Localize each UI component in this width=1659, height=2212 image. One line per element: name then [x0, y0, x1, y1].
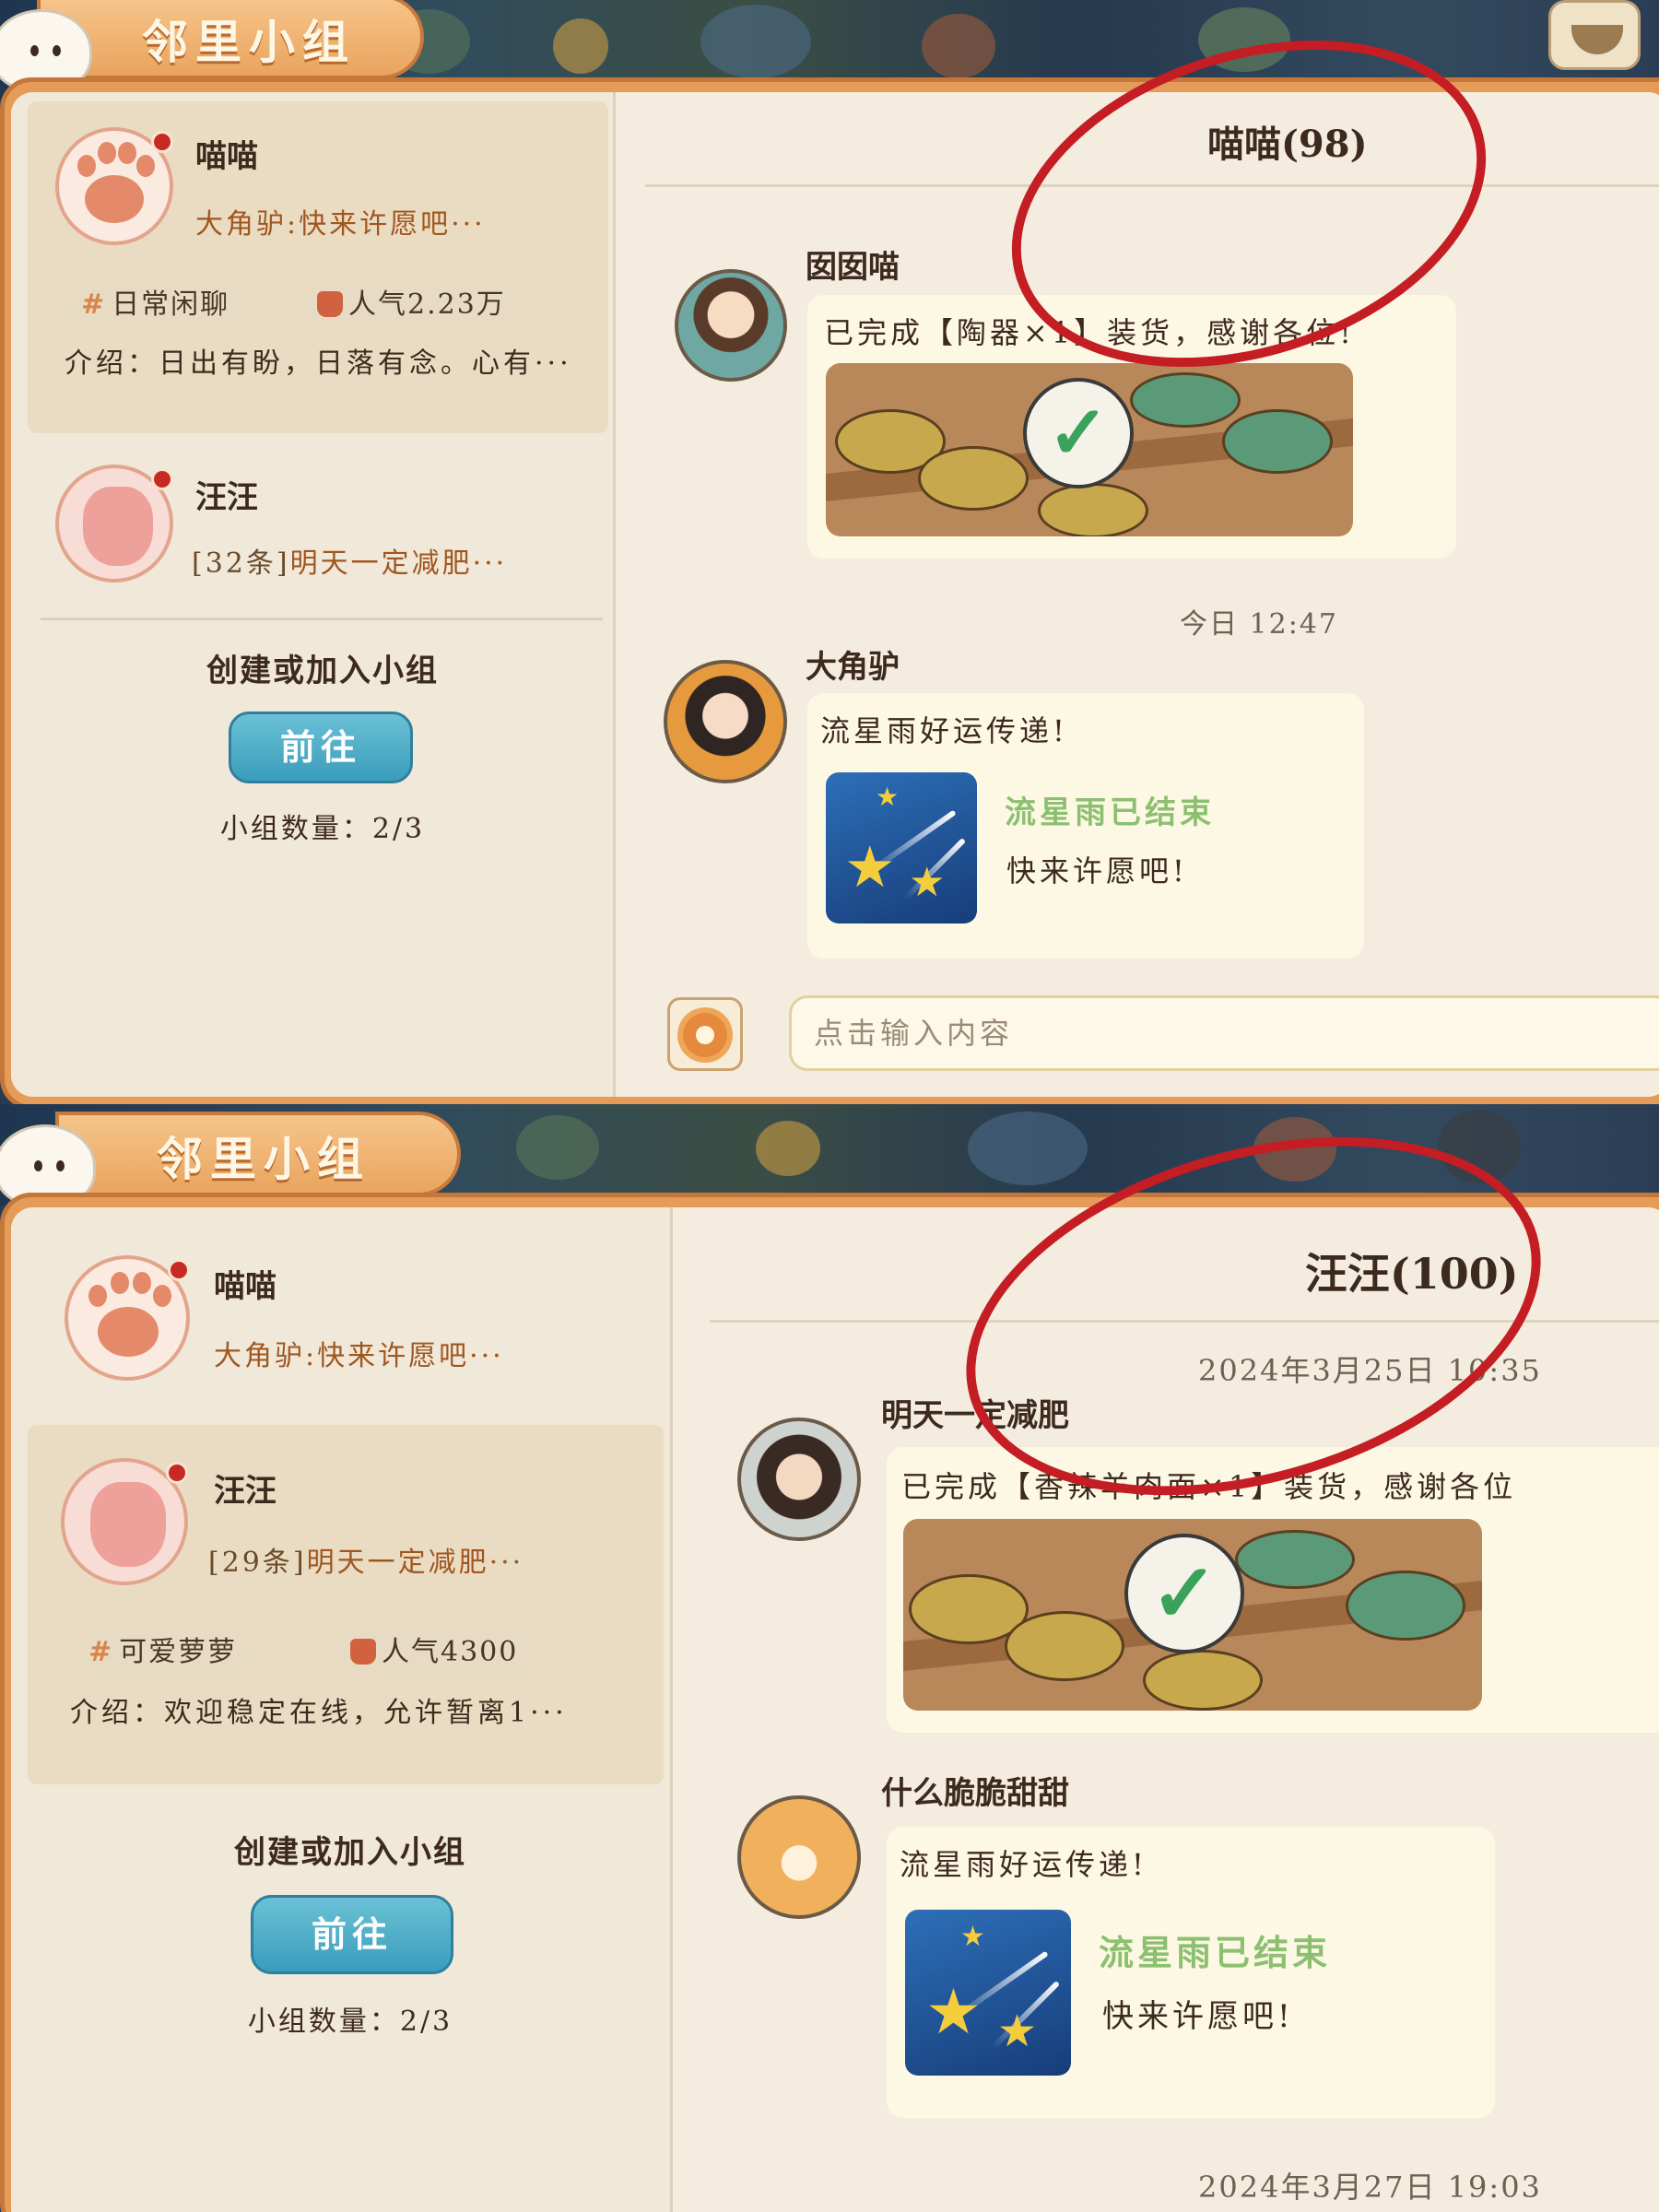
bowl-icon[interactable] — [1548, 0, 1641, 70]
cargo-image[interactable]: ✓ — [903, 1519, 1482, 1711]
shooting-star-icon[interactable]: ★ ★ ★ — [826, 772, 977, 924]
sender-name: 什么脆脆甜甜 — [881, 1775, 1069, 1812]
tag-pill-popularity: 人气4300 — [337, 1630, 535, 1676]
create-group-title: 创建或加入小组 — [234, 1834, 466, 1871]
header-title-tab: 邻里小组 — [55, 1112, 461, 1196]
tag-text: 日常闲聊 — [112, 288, 230, 321]
group-last-message: 大角驴:快来许愿吧··· — [195, 208, 486, 241]
hash-icon: # — [81, 288, 107, 321]
tag-text: 人气4300 — [382, 1636, 519, 1668]
message-text: 流星雨好运传递! — [820, 713, 1068, 748]
group-name: 汪汪 — [214, 1473, 276, 1510]
group-name: 喵喵 — [214, 1268, 276, 1305]
tag-pill-popularity: 人气2.23万 — [304, 282, 523, 328]
cargo-image[interactable]: ✓ — [826, 363, 1353, 536]
sender-avatar[interactable] — [737, 1418, 861, 1541]
message-text: 流星雨好运传递! — [900, 1847, 1147, 1882]
sidebar-divider — [41, 618, 603, 620]
paw-icon — [85, 175, 144, 223]
header-title-tab: 邻里小组 — [37, 0, 424, 79]
go-button[interactable]: 前往 — [251, 1895, 453, 1974]
unread-dot — [151, 468, 173, 490]
shooting-star-icon[interactable]: ★ ★ ★ — [905, 1910, 1071, 2076]
last-message-text: 明天一定减肥··· — [289, 547, 508, 580]
message-timestamp: 2024年3月27日 19:03 — [1198, 2170, 1542, 2205]
thumbs-up-icon — [317, 291, 343, 317]
meteor-card-title: 流星雨已结束 — [1005, 794, 1215, 831]
meteor-card-subtitle: 快来许愿吧! — [1006, 853, 1188, 888]
group-last-message: 大角驴:快来许愿吧··· — [214, 1340, 504, 1372]
header-title: 邻里小组 — [157, 1132, 371, 1186]
group-count: 小组数量：2/3 — [219, 813, 426, 845]
message-timestamp: 今日 12:47 — [1180, 608, 1338, 641]
screenshot-top: 邻里小组 喵喵 大角驴:快来许愿吧··· # 日常闲聊 人气2.23万 介绍：日出… — [0, 0, 1659, 1104]
hash-icon: # — [88, 1636, 114, 1668]
message-count: [32条] — [192, 547, 290, 580]
sender-avatar[interactable] — [737, 1795, 861, 1919]
thumbs-up-icon — [350, 1639, 376, 1665]
sender-avatar[interactable] — [675, 269, 787, 382]
sender-name: 大角驴 — [806, 649, 900, 686]
sender-name: 囡囡喵 — [806, 249, 900, 286]
group-count: 小组数量：2/3 — [247, 2006, 453, 2038]
checkmark-icon: ✓ — [1023, 378, 1134, 488]
screenshot-bottom: 邻里小组 喵喵 大角驴:快来许愿吧··· 汪汪 [29条]明天一定减肥··· #… — [0, 1104, 1659, 2212]
group-last-message: [29条]明天一定减肥··· — [208, 1539, 524, 1580]
last-message-text: 明天一定减肥··· — [306, 1547, 524, 1579]
group-last-message: [32条]明天一定减肥··· — [192, 540, 507, 581]
tag-text: 人气2.23万 — [348, 288, 506, 321]
meteor-card-title: 流星雨已结束 — [1099, 1932, 1332, 1973]
group-name[interactable]: 汪汪 — [195, 472, 258, 517]
tag-pill-topic: # 日常闲聊 — [68, 282, 247, 328]
flower-settings-icon[interactable] — [667, 997, 743, 1071]
message-count: [29条] — [208, 1547, 307, 1579]
group-name: 喵喵 — [195, 138, 258, 175]
create-group-title: 创建或加入小组 — [206, 653, 439, 689]
chat-input[interactable] — [792, 998, 1659, 1068]
tag-pill-topic: # 可爱萝萝 — [76, 1630, 254, 1676]
group-intro: 介绍：欢迎稳定在线，允许暂离1··· — [70, 1697, 568, 1729]
unread-dot — [166, 1462, 188, 1484]
paw-icon — [98, 1307, 159, 1357]
meteor-card-subtitle: 快来许愿吧! — [1102, 1998, 1294, 2035]
unread-dot — [168, 1259, 190, 1281]
go-button[interactable]: 前往 — [229, 712, 413, 783]
header-title: 邻里小组 — [142, 15, 356, 69]
unread-dot — [151, 131, 173, 153]
sender-avatar[interactable] — [664, 660, 787, 783]
checkmark-icon: ✓ — [1124, 1534, 1244, 1653]
chat-input-bar[interactable] — [789, 995, 1659, 1071]
tag-text: 可爱萝萝 — [119, 1636, 238, 1668]
group-intro: 介绍：日出有盼，日落有念。心有··· — [65, 347, 572, 380]
